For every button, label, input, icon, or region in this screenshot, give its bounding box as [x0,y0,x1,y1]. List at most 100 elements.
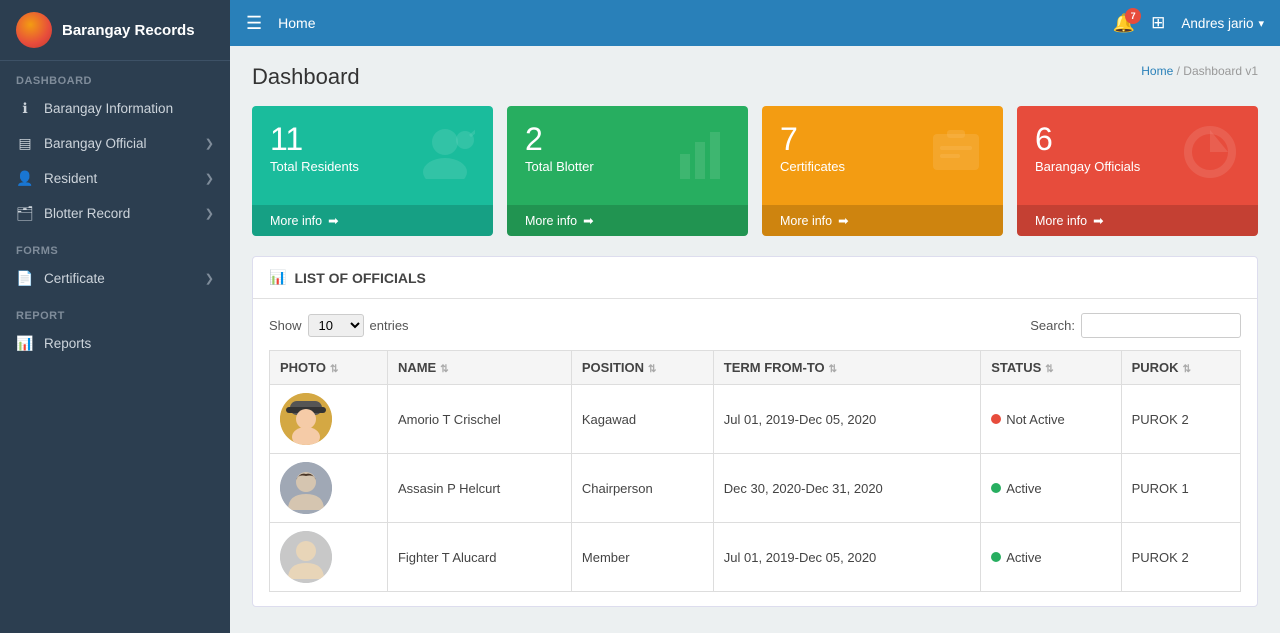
search-box: Search: [1030,313,1241,338]
dashboard-header: Dashboard Home / Dashboard v1 [252,64,1258,90]
cell-purok: PUROK 2 [1121,385,1240,454]
sidebar-item-label: Resident [44,171,97,186]
bar-chart-icon: 📊 [269,269,286,286]
topbar-right: 🔔 7 ⊞ Andres jario ▾ [1113,13,1264,34]
breadcrumb-home[interactable]: Home [1141,64,1173,78]
cell-purok: PUROK 1 [1121,454,1240,523]
search-input[interactable] [1081,313,1241,338]
cell-position: Kagawad [571,385,713,454]
cell-status: Active [981,523,1121,592]
card-certificates: 7 Certificates More info ➡ [762,106,1003,236]
show-label: Show [269,318,302,333]
cell-photo [270,454,388,523]
cell-name: Fighter T Alucard [387,523,571,592]
chevron-icon: ❯ [205,137,214,150]
folder-icon: 🗂 [16,205,34,222]
breadcrumb-current: Dashboard v1 [1183,64,1258,78]
col-status[interactable]: STATUS⇅ [981,351,1121,385]
sidebar-section-dashboard: DASHBOARD [0,61,230,91]
topbar-home-label[interactable]: Home [278,15,315,31]
cell-photo [270,523,388,592]
table-row: Assasin P Helcurt Chairperson Dec 30, 20… [270,454,1241,523]
search-label: Search: [1030,318,1075,333]
col-purok[interactable]: PUROK⇅ [1121,351,1240,385]
sidebar-section-report: REPORT [0,296,230,326]
card-more-info-officials[interactable]: More info ➡ [1017,205,1258,236]
certificate-icon: 📄 [16,270,34,287]
sidebar-item-barangay-official[interactable]: ▤ Barangay Official ❯ [0,126,230,161]
col-photo[interactable]: PHOTO⇅ [270,351,388,385]
card-total-residents: 11 Total Residents More info ➡ [252,106,493,236]
cell-term: Jul 01, 2019-Dec 05, 2020 [713,523,980,592]
card-more-info-residents[interactable]: More info ➡ [252,205,493,236]
sidebar-item-barangay-information[interactable]: ℹ Barangay Information [0,91,230,126]
entries-label: entries [370,318,409,333]
status-dot [991,414,1001,424]
logo-icon [16,12,52,48]
cell-name: Amorio T Crischel [387,385,571,454]
table-controls: Show 10 25 50 100 entries Search: [269,313,1241,338]
col-position[interactable]: POSITION⇅ [571,351,713,385]
cell-position: Chairperson [571,454,713,523]
cell-term: Jul 01, 2019-Dec 05, 2020 [713,385,980,454]
card-barangay-officials: 6 Barangay Officials More info ➡ [1017,106,1258,236]
cell-position: Member [571,523,713,592]
info-cards-row: 11 Total Residents More info ➡ 2 [252,106,1258,236]
chevron-icon: ❯ [205,172,214,185]
card-total-blotter: 2 Total Blotter More info ➡ [507,106,748,236]
sidebar-item-label: Barangay Official [44,136,147,151]
main-area: ☰ Home 🔔 7 ⊞ Andres jario ▾ Dashboard Ho… [230,0,1280,633]
col-name[interactable]: NAME⇅ [387,351,571,385]
chart-icon: 📊 [16,335,34,352]
panel-body: Show 10 25 50 100 entries Search: [253,299,1257,606]
cell-photo [270,385,388,454]
sidebar-item-certificate[interactable]: 📄 Certificate ❯ [0,261,230,296]
user-name: Andres jario [1181,16,1253,31]
cell-status: Active [981,454,1121,523]
breadcrumb: Home / Dashboard v1 [1141,64,1258,78]
panel-header: 📊 LIST OF OFFICIALS [253,257,1257,299]
page-title: Dashboard [252,64,360,90]
cell-name: Assasin P Helcurt [387,454,571,523]
sidebar-item-resident[interactable]: 👤 Resident ❯ [0,161,230,196]
topbar: ☰ Home 🔔 7 ⊞ Andres jario ▾ [230,0,1280,46]
sidebar-item-reports[interactable]: 📊 Reports [0,326,230,361]
notification-badge: 7 [1125,8,1141,24]
user-menu[interactable]: Andres jario ▾ [1181,16,1264,31]
info-icon: ℹ [16,100,34,117]
list-icon: ▤ [16,135,34,152]
table-row: Fighter T Alucard Member Jul 01, 2019-De… [270,523,1241,592]
sidebar-item-label: Blotter Record [44,206,130,221]
notification-bell[interactable]: 🔔 7 [1113,13,1135,34]
cell-term: Dec 30, 2020-Dec 31, 2020 [713,454,980,523]
person-icon: 👤 [16,170,34,187]
sidebar-section-forms: FORMS [0,231,230,261]
cell-status: Not Active [981,385,1121,454]
status-dot [991,552,1001,562]
app-logo: Barangay Records [0,0,230,61]
sidebar-item-label: Barangay Information [44,101,173,116]
sidebar-item-blotter-record[interactable]: 🗂 Blotter Record ❯ [0,196,230,231]
panel-title: LIST OF OFFICIALS [294,270,425,286]
chevron-icon: ❯ [205,272,214,285]
entries-select[interactable]: 10 25 50 100 [308,314,364,337]
show-entries-control: Show 10 25 50 100 entries [269,314,409,337]
table-row: Amorio T Crischel Kagawad Jul 01, 2019-D… [270,385,1241,454]
officials-panel: 📊 LIST OF OFFICIALS Show 10 25 50 100 en… [252,256,1258,607]
cell-purok: PUROK 2 [1121,523,1240,592]
officials-table: PHOTO⇅ NAME⇅ POSITION⇅ TERM FROM-TO⇅ STA… [269,350,1241,592]
grid-icon[interactable]: ⊞ [1151,13,1165,33]
certificates-icon [927,124,985,192]
chevron-icon: ❯ [205,207,214,220]
card-more-info-certificates[interactable]: More info ➡ [762,205,1003,236]
sidebar-item-label: Certificate [44,271,105,286]
col-term[interactable]: TERM FROM-TO⇅ [713,351,980,385]
officials-icon [1180,124,1240,192]
sidebar: Barangay Records DASHBOARD ℹ Barangay In… [0,0,230,633]
user-caret-icon: ▾ [1258,17,1264,30]
card-more-info-blotter[interactable]: More info ➡ [507,205,748,236]
content-area: Dashboard Home / Dashboard v1 11 Total R… [230,46,1280,633]
residents-icon [415,124,475,192]
app-name: Barangay Records [62,22,195,39]
hamburger-icon[interactable]: ☰ [246,13,262,34]
